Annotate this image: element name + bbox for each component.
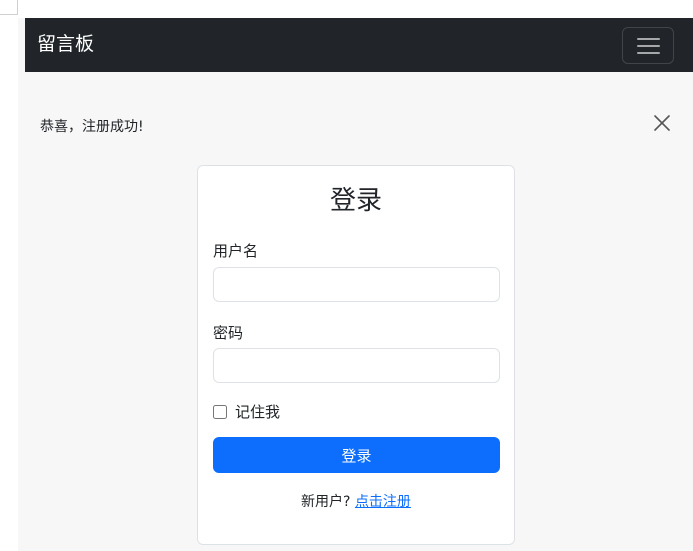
username-label: 用户名 <box>213 242 259 260</box>
register-row: 新用户? 点击注册 <box>198 491 514 511</box>
username-input[interactable] <box>213 267 500 302</box>
window-corner-box <box>0 0 18 15</box>
navbar: 留言板 <box>25 18 693 72</box>
navbar-toggler-button[interactable] <box>622 27 674 64</box>
remember-me-label[interactable]: 记住我 <box>235 401 280 422</box>
login-card: 登录 用户名 密码 记住我 登录 新用户? 点击注册 <box>197 165 515 545</box>
alert-close-button[interactable] <box>650 111 674 135</box>
login-title: 登录 <box>329 186 382 216</box>
navbar-brand[interactable]: 留言板 <box>37 32 94 56</box>
page-container: 留言板 恭喜，注册成功! 登录 用户名 密码 记住我 登录 新用户? 点击注册 <box>18 18 693 551</box>
success-alert-message: 恭喜，注册成功! <box>40 119 144 135</box>
register-link[interactable]: 点击注册 <box>355 494 411 510</box>
login-submit-button[interactable]: 登录 <box>213 437 500 473</box>
register-prompt: 新用户? <box>301 494 355 510</box>
password-label: 密码 <box>213 324 244 342</box>
close-icon <box>654 115 670 131</box>
remember-me-checkbox[interactable] <box>213 405 227 419</box>
password-input[interactable] <box>213 348 500 383</box>
